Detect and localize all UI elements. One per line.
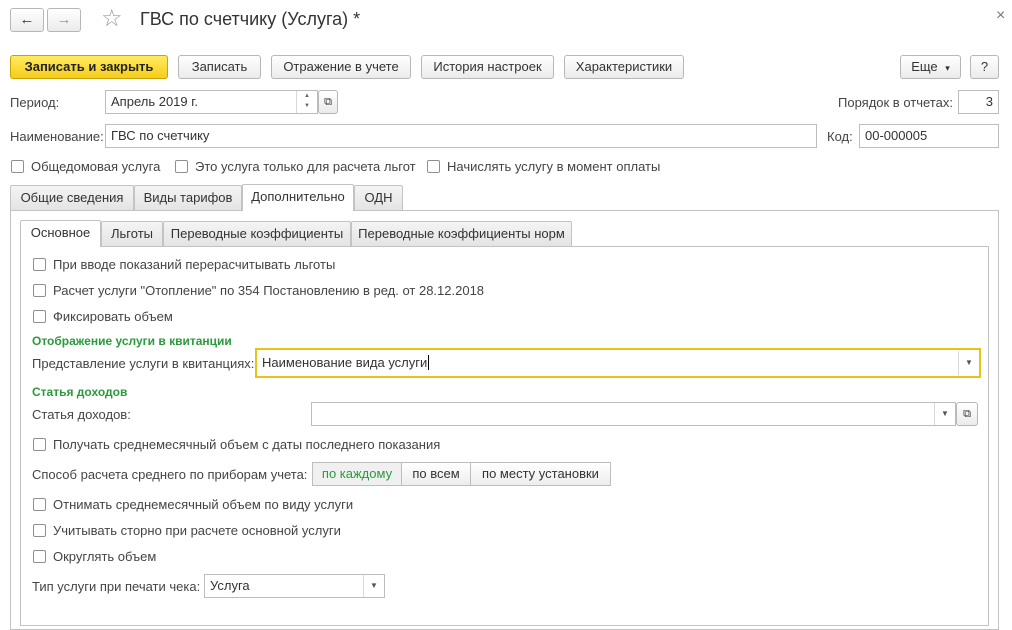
avg-method-label: Способ расчета среднего по приборам учет… — [32, 467, 308, 482]
more-label: Еще — [911, 59, 938, 74]
back-button[interactable]: ← — [10, 8, 44, 32]
forward-button[interactable]: → — [47, 8, 81, 32]
more-button[interactable]: Еще ▾ — [900, 55, 961, 79]
name-label: Наименование: — [10, 129, 104, 144]
avg-method-location[interactable]: по месту установки — [470, 462, 611, 486]
order-value: 3 — [985, 94, 993, 109]
arrow-right-icon: → — [56, 11, 72, 28]
avg-from-last-checkbox[interactable] — [33, 438, 46, 451]
storno-checkbox[interactable] — [33, 524, 46, 537]
avg-from-last-label[interactable]: Получать среднемесячный объем с даты пос… — [53, 437, 440, 452]
period-stepper[interactable]: ▲ ▼ — [296, 91, 317, 113]
history-button[interactable]: История настроек — [421, 55, 554, 79]
open-icon: ⧉ — [324, 96, 332, 108]
recalc-benefits-label[interactable]: При вводе показаний перерасчитывать льго… — [53, 257, 335, 272]
heating-calc-checkbox[interactable] — [33, 284, 46, 297]
receipt-type-value: Услуга — [210, 578, 250, 593]
recalc-benefits-checkbox[interactable] — [33, 258, 46, 271]
storno-label[interactable]: Учитывать сторно при расчете основной ус… — [53, 523, 341, 538]
text-cursor — [428, 355, 430, 370]
charge-on-payment-checkbox[interactable] — [427, 160, 440, 173]
chevron-down-icon: ▾ — [945, 63, 950, 73]
receipt-select[interactable]: Наименование вида услуги ▼ — [255, 348, 981, 378]
charge-on-payment-label[interactable]: Начислять услугу в момент оплаты — [447, 159, 660, 174]
characteristics-button[interactable]: Характеристики — [564, 55, 684, 79]
income-select[interactable]: ▼ — [311, 402, 956, 426]
tab-general[interactable]: Общие сведения — [10, 185, 134, 211]
tab-odn[interactable]: ОДН — [354, 185, 403, 211]
code-value: 00-000005 — [865, 128, 928, 143]
help-button[interactable]: ? — [970, 55, 999, 79]
period-open-button[interactable]: ⧉ — [318, 90, 338, 114]
arrow-left-icon: ← — [19, 11, 35, 28]
tab-additional[interactable]: Дополнительно — [242, 184, 354, 211]
common-house-label[interactable]: Общедомовая услуга — [31, 159, 160, 174]
subtab-panel — [20, 246, 989, 626]
receipt-value: Наименование вида услуги — [262, 355, 428, 370]
chevron-down-icon[interactable]: ▼ — [958, 351, 979, 375]
heating-calc-label[interactable]: Расчет услуги "Отопление" по 354 Постано… — [53, 283, 484, 298]
save-and-close-button[interactable]: Записать и закрыть — [10, 55, 168, 79]
avg-method-each[interactable]: по каждому — [312, 462, 402, 486]
save-button[interactable]: Записать — [178, 55, 261, 79]
close-icon[interactable]: × — [996, 7, 1005, 25]
avg-method-all[interactable]: по всем — [401, 462, 471, 486]
benefits-only-label[interactable]: Это услуга только для расчета льгот — [195, 159, 416, 174]
fix-volume-label[interactable]: Фиксировать объем — [53, 309, 173, 324]
period-value: Апрель 2019 г. — [111, 94, 199, 109]
order-input[interactable]: 3 — [958, 90, 999, 114]
open-icon: ⧉ — [963, 408, 971, 420]
period-label: Период: — [10, 95, 60, 110]
income-section-title: Статья доходов — [32, 385, 128, 399]
income-open-button[interactable]: ⧉ — [956, 402, 978, 426]
period-input[interactable]: Апрель 2019 г. ▲ ▼ — [105, 90, 318, 114]
receipt-type-label: Тип услуги при печати чека: — [32, 579, 201, 594]
fix-volume-checkbox[interactable] — [33, 310, 46, 323]
receipt-section-title: Отображение услуги в квитанции — [32, 334, 232, 348]
subtract-avg-label[interactable]: Отнимать среднемесячный объем по виду ус… — [53, 497, 353, 512]
round-volume-checkbox[interactable] — [33, 550, 46, 563]
subtab-conversion-coef[interactable]: Переводные коэффициенты — [163, 221, 351, 247]
subtab-main[interactable]: Основное — [20, 220, 101, 247]
common-house-checkbox[interactable] — [11, 160, 24, 173]
round-volume-label[interactable]: Округлять объем — [53, 549, 156, 564]
code-label: Код: — [827, 129, 853, 144]
avg-method-switch: по каждому по всем по месту установки — [312, 462, 611, 486]
order-label: Порядок в отчетах: — [838, 95, 953, 110]
favorite-star-icon[interactable]: ☆ — [101, 4, 123, 33]
subtab-benefits[interactable]: Льготы — [101, 221, 163, 247]
tab-tariff-types[interactable]: Виды тарифов — [134, 185, 242, 211]
subtract-avg-checkbox[interactable] — [33, 498, 46, 511]
subtab-conversion-coef-norms[interactable]: Переводные коэффициенты норм — [351, 221, 572, 247]
receipt-type-select[interactable]: Услуга ▼ — [204, 574, 385, 598]
page-title: ГВС по счетчику (Услуга) * — [140, 9, 361, 29]
benefits-only-checkbox[interactable] — [175, 160, 188, 173]
name-value: ГВС по счетчику — [111, 128, 210, 143]
chevron-down-icon[interactable]: ▼ — [363, 575, 384, 597]
receipt-label: Представление услуги в квитанциях: — [32, 356, 255, 371]
reflection-button[interactable]: Отражение в учете — [271, 55, 411, 79]
name-input[interactable]: ГВС по счетчику — [105, 124, 817, 148]
code-input[interactable]: 00-000005 — [859, 124, 999, 148]
income-label: Статья доходов: — [32, 407, 131, 422]
chevron-down-icon[interactable]: ▼ — [934, 403, 955, 425]
